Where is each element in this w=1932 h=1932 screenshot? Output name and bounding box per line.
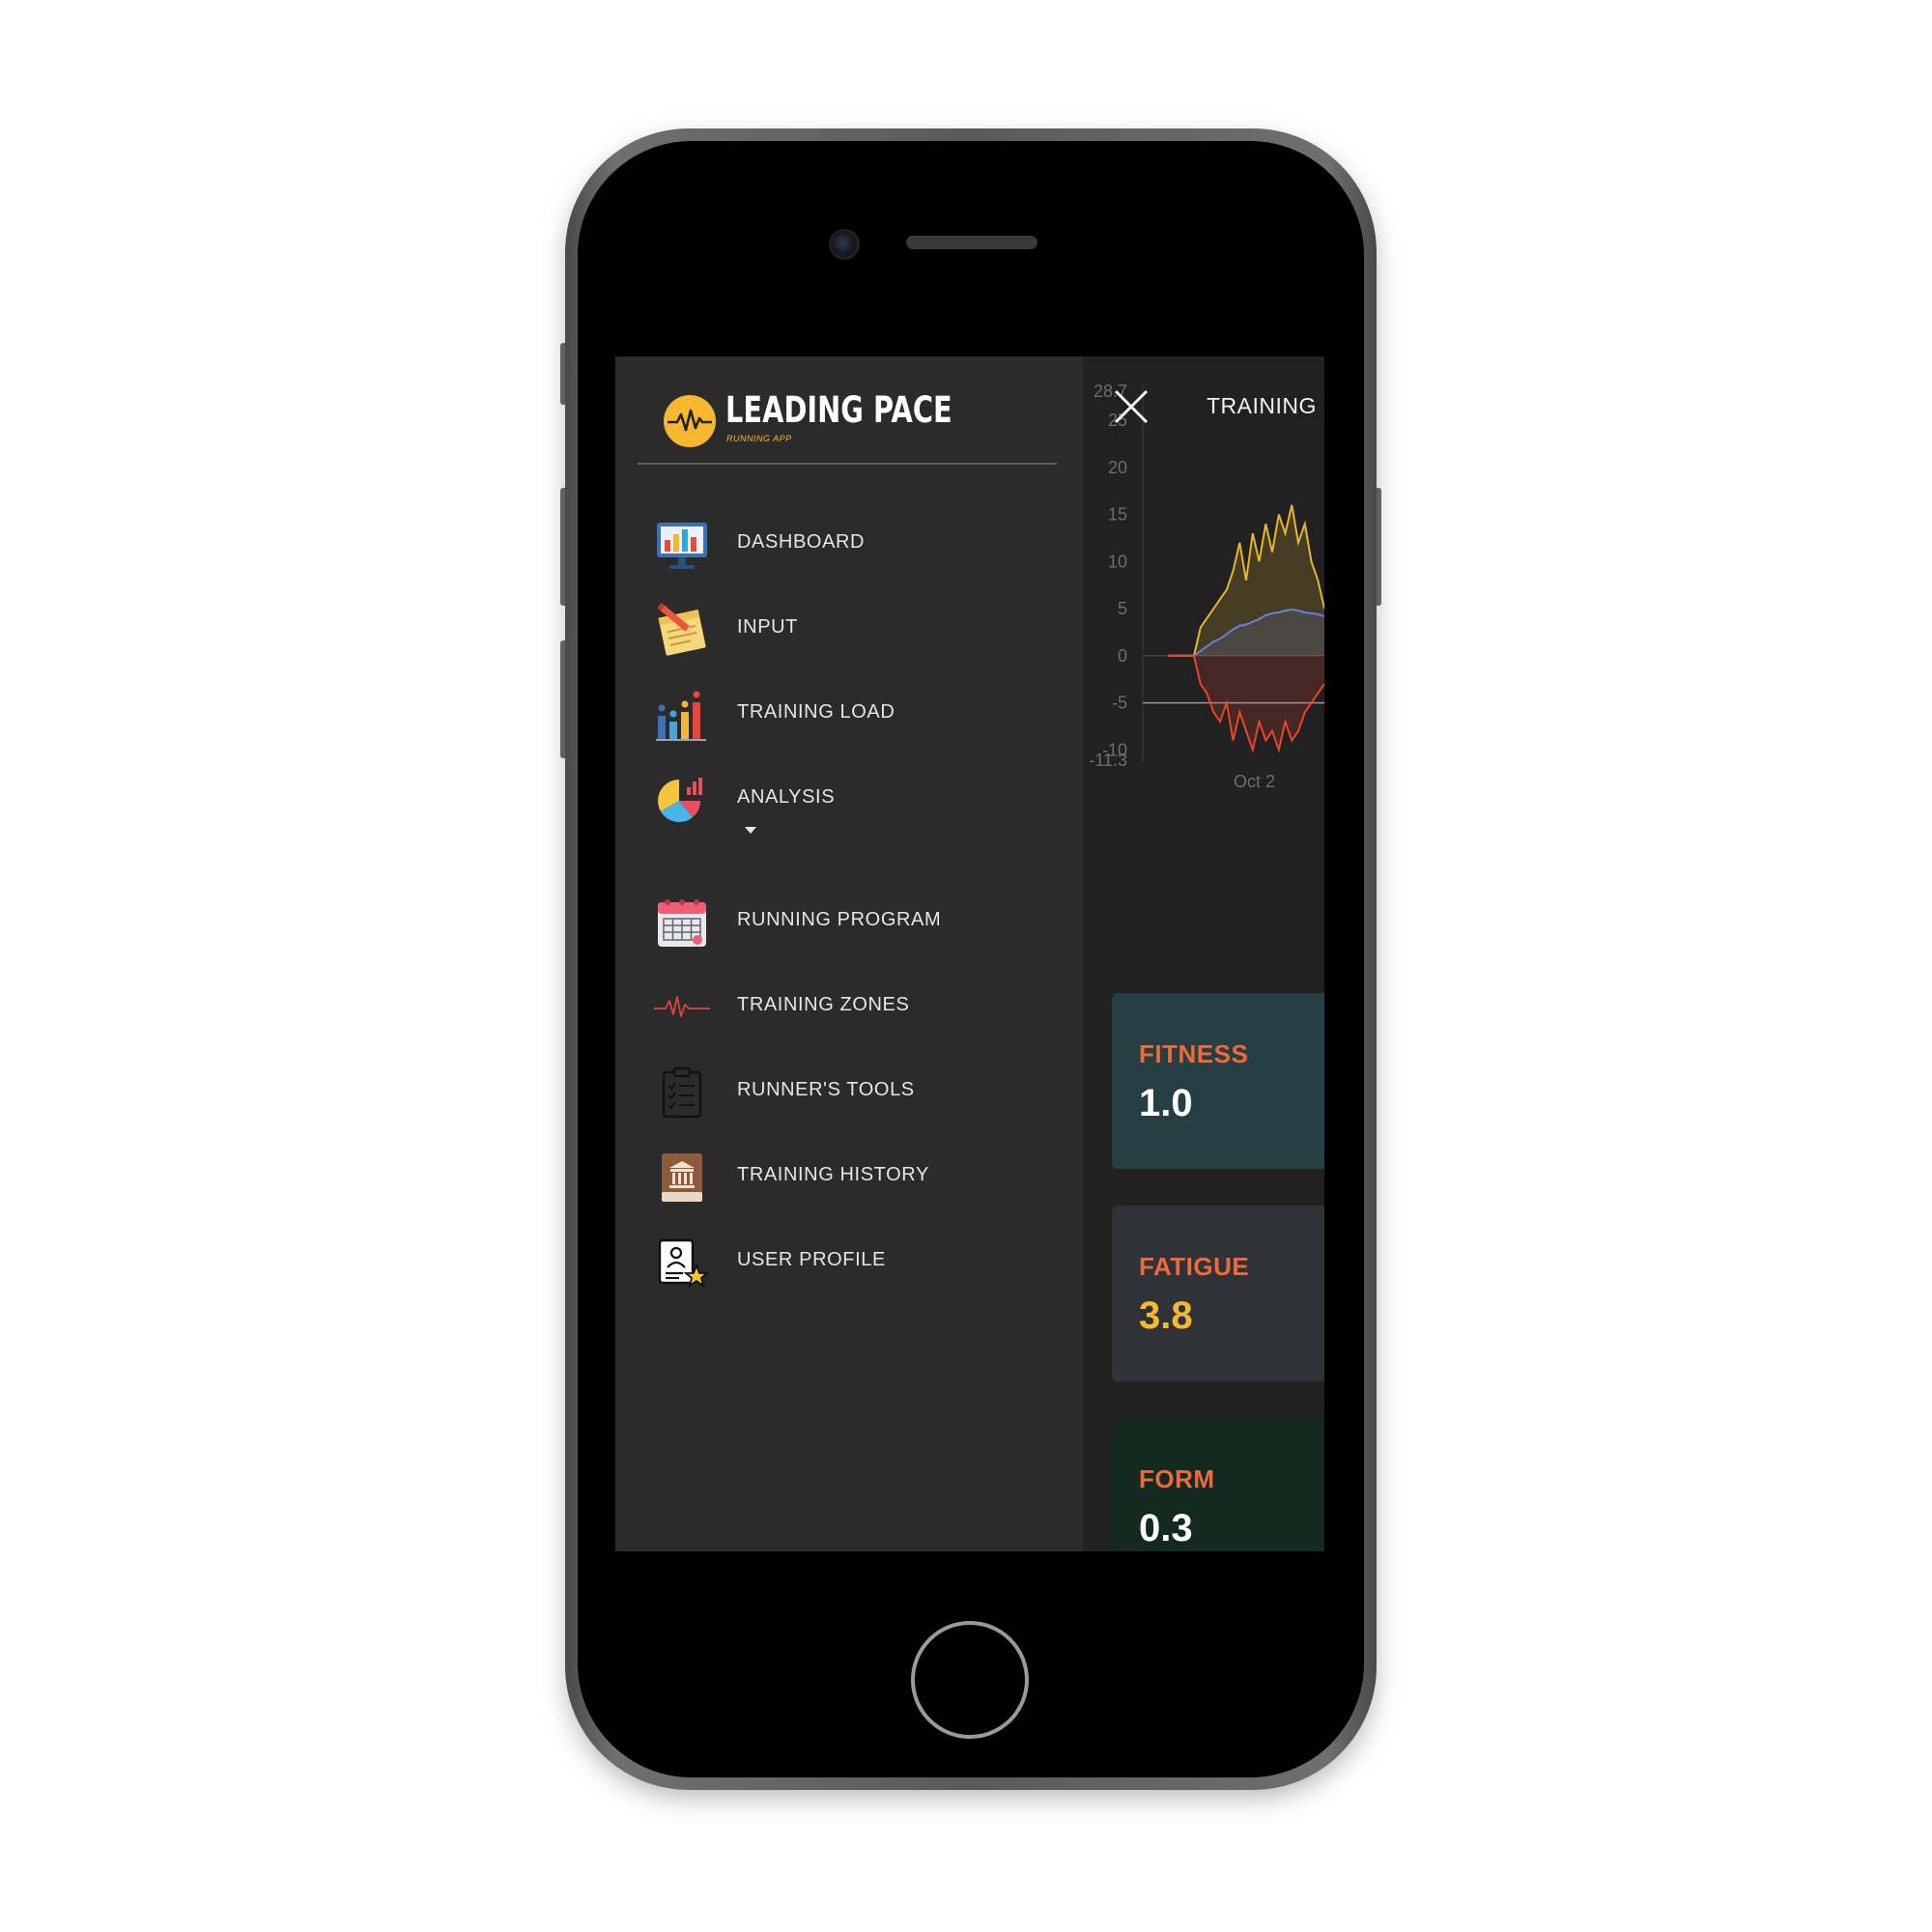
menu-label-user-profile: USER PROFILE: [737, 1249, 886, 1270]
training-load-chart: 2520151050-5-1028.7-11.3Oct 2: [1089, 382, 1324, 791]
notepad-pencil-icon: [654, 602, 710, 658]
calendar-icon: [654, 895, 710, 951]
menu-item-input[interactable]: INPUT: [615, 586, 1083, 673]
bar-chart-icon: [654, 687, 710, 743]
menu-label-running-program: RUNNING PROGRAM: [737, 909, 942, 930]
chart-y-min-label: -11.3: [1089, 751, 1127, 770]
pie-chart-icon: [654, 772, 710, 828]
history-book-icon: [654, 1150, 710, 1206]
chart-y-tick-label: 5: [1118, 599, 1127, 618]
heartbeat-icon: [654, 980, 710, 1036]
menu-item-runners-tools[interactable]: RUNNER'S TOOLS: [615, 1049, 1083, 1136]
menu-label-input: INPUT: [737, 616, 798, 638]
navigation-drawer: LEADING PACE RUNNING APP DASHBOARD INPUT…: [615, 356, 1083, 1551]
chart-y-tick-label: 10: [1108, 552, 1127, 571]
close-icon[interactable]: [1110, 385, 1152, 428]
app-logo[interactable]: LEADING PACE RUNNING APP: [664, 384, 1069, 451]
page-title: TRAINING: [1207, 393, 1317, 418]
menu-label-dashboard: DASHBOARD: [737, 531, 866, 553]
chart-y-tick-label: 15: [1108, 505, 1127, 525]
earpiece-speaker: [906, 236, 1037, 249]
chart-y-tick-label: 20: [1108, 458, 1127, 477]
menu-label-training-history: TRAINING HISTORY: [737, 1164, 929, 1185]
menu-item-analysis[interactable]: ANALYSIS: [615, 756, 1083, 843]
menu-label-training-zones: TRAINING ZONES: [737, 994, 910, 1015]
front-camera: [829, 229, 860, 260]
menu-item-training-load[interactable]: TRAINING LOAD: [615, 671, 1083, 758]
menu-item-training-zones[interactable]: TRAINING ZONES: [615, 964, 1083, 1051]
form-label: FORM: [1139, 1464, 1215, 1493]
menu-label-runners-tools: RUNNER'S TOOLS: [737, 1079, 915, 1100]
menu-item-dashboard[interactable]: DASHBOARD: [615, 501, 1083, 588]
brand-tagline: RUNNING APP: [726, 434, 792, 443]
app-screen: 25 20 15 10 5 0 -5 -10 28.7 -11.3 Oct 2 TRAINING F…: [615, 356, 1324, 1551]
drawer-divider: [638, 463, 1057, 465]
fitness-card: FITNESS 1.0: [1112, 993, 1324, 1169]
profile-badge-star-icon: [654, 1235, 710, 1291]
menu-label-analysis: ANALYSIS: [737, 786, 836, 808]
menu-item-running-program[interactable]: RUNNING PROGRAM: [615, 879, 1083, 966]
home-button: [911, 1621, 1029, 1739]
chart-x-tick-label: Oct 2: [1234, 772, 1275, 791]
chart-y-tick-label: -5: [1112, 694, 1127, 713]
dashboard-monitor-icon: [654, 517, 710, 573]
form-card: FORM 0.3: [1112, 1418, 1324, 1551]
fatigue-label: FATIGUE: [1139, 1252, 1250, 1281]
fatigue-value: 3.8: [1139, 1294, 1193, 1337]
clipboard-checklist-icon: [654, 1065, 710, 1121]
fitness-label: FITNESS: [1139, 1039, 1249, 1068]
fatigue-card: FATIGUE 3.8: [1112, 1206, 1324, 1381]
menu-item-user-profile[interactable]: USER PROFILE: [615, 1219, 1083, 1306]
fitness-value: 1.0: [1139, 1082, 1193, 1124]
brand-name: LEADING PACE: [725, 389, 952, 431]
chart-y-tick-label: 0: [1118, 646, 1127, 666]
pulse-logo-icon: [664, 395, 716, 447]
menu-item-training-history[interactable]: TRAINING HISTORY: [615, 1134, 1083, 1221]
form-value: 0.3: [1139, 1507, 1193, 1549]
menu-label-training-load: TRAINING LOAD: [737, 701, 895, 723]
chevron-down-icon[interactable]: [745, 827, 756, 834]
